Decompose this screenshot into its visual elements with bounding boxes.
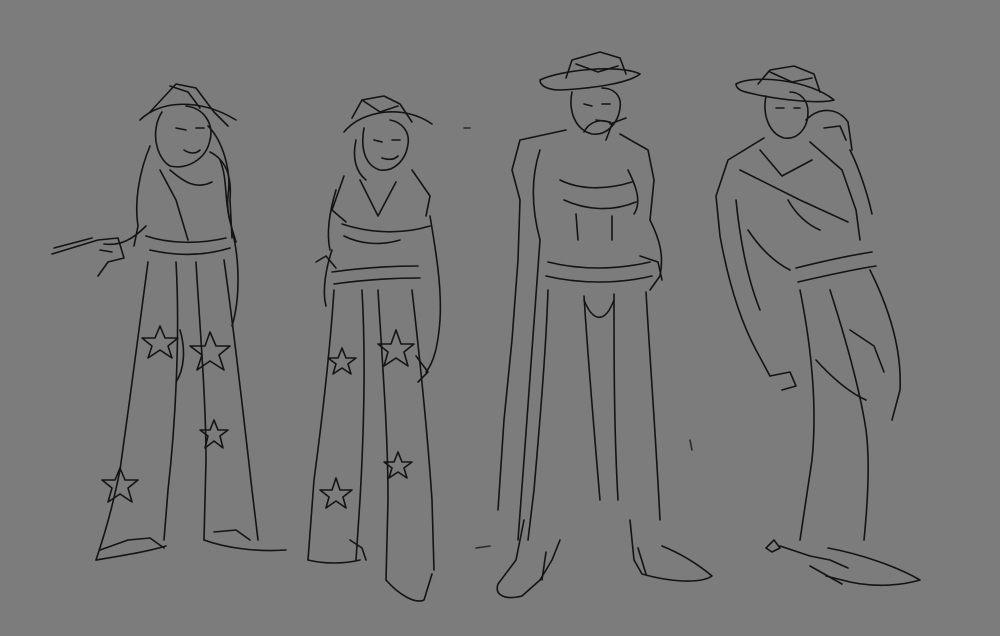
- sketch-canvas: [0, 0, 1000, 636]
- canvas-background: [0, 0, 1000, 636]
- sketch-artwork: [0, 0, 1000, 636]
